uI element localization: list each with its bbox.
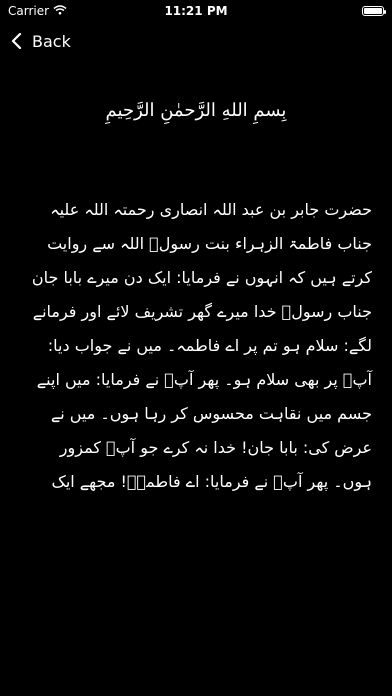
status-right [362,6,386,16]
nav-bar: Back [0,26,392,56]
hadith-text: حضرت جابر بن عبد اللہ انصاری رحمتہ اللہ … [31,200,372,491]
carrier-label: Carrier [8,4,50,18]
battery-icon [362,6,386,16]
back-label: Back [32,31,71,51]
content-area: بِسمِ اللهِ الرَّحمٰنِ الرَّحِيمِ حضرت ج… [20,100,372,499]
status-left: Carrier [8,4,67,18]
back-button[interactable]: Back [10,32,71,51]
status-time: 11:21 PM [164,4,228,18]
bismillah-heading: بِسمِ اللهِ الرَّحمٰنِ الرَّحِيمِ [105,100,287,121]
status-bar: Carrier 11:21 PM [0,0,392,22]
chevron-left-icon [10,32,24,50]
wifi-icon [53,4,67,18]
battery-fill [364,8,382,14]
